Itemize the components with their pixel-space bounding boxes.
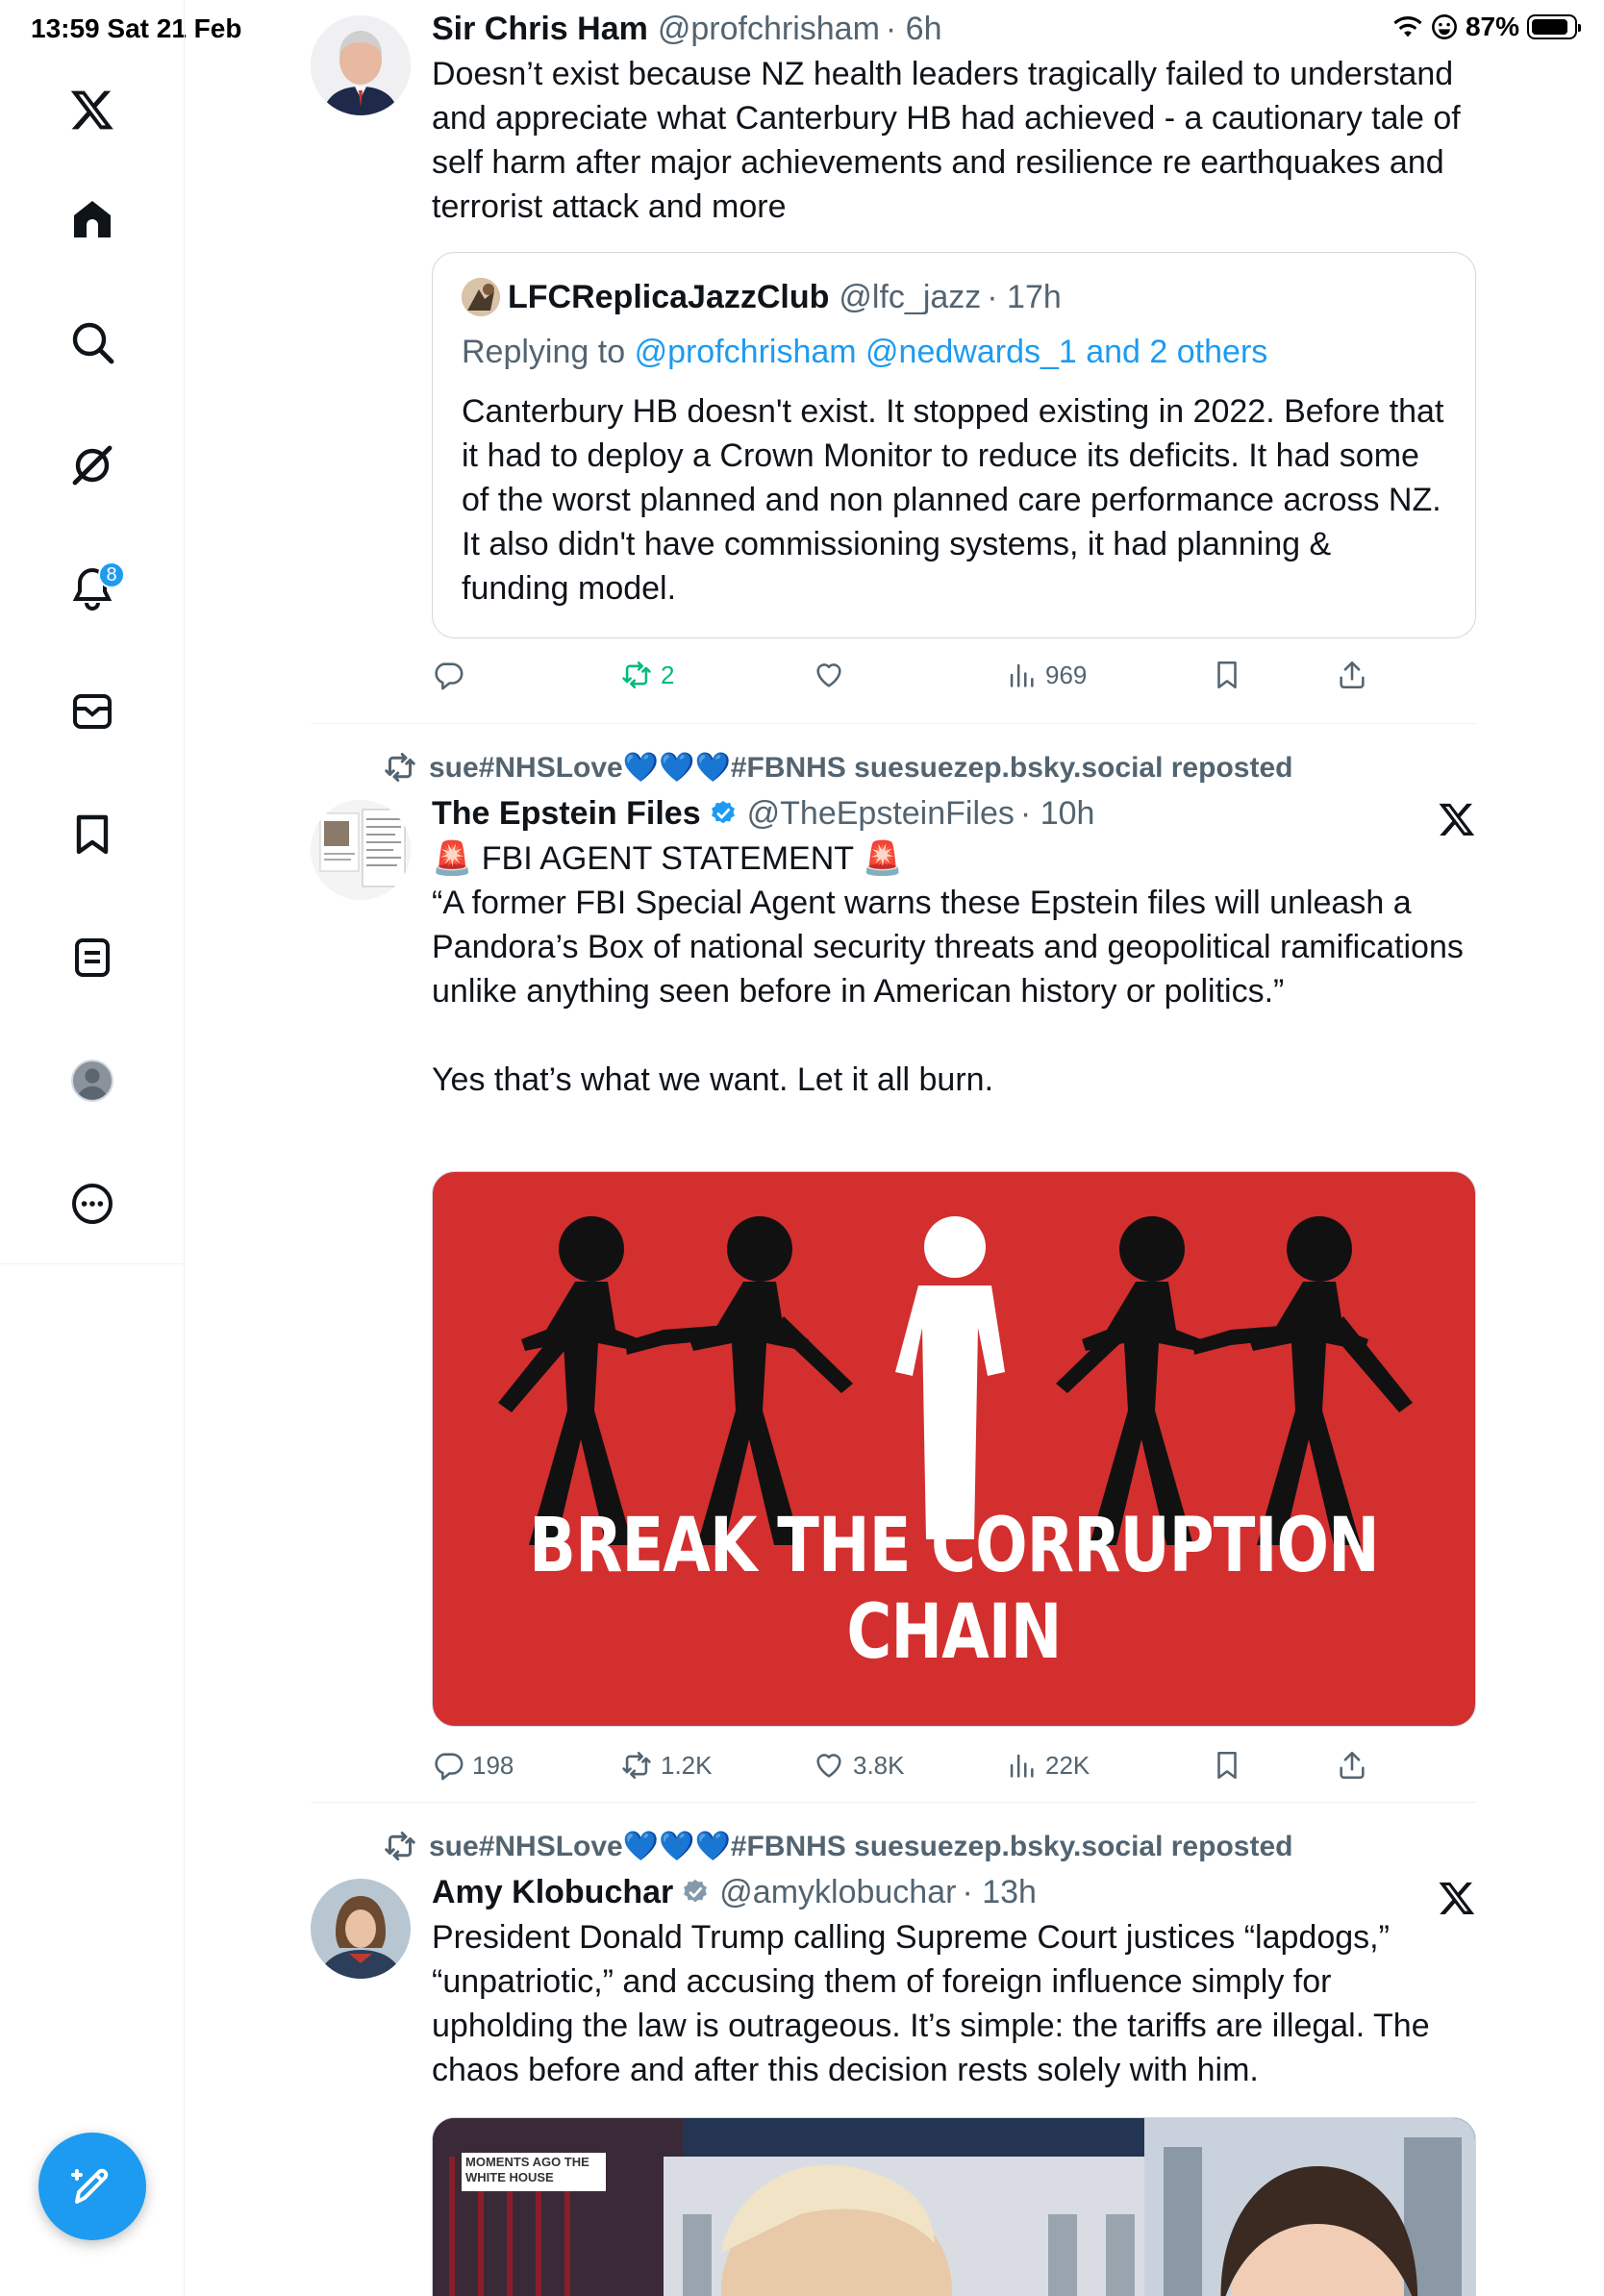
bookmark-icon: [1217, 1751, 1237, 1780]
author-handle[interactable]: @TheEpsteinFiles: [747, 795, 1015, 833]
reply-count: 198: [472, 1750, 514, 1780]
verified-badge-icon: [711, 800, 735, 824]
repost-icon: [385, 753, 415, 782]
tweet-image[interactable]: BREAK THE CORRUPTION CHAIN: [432, 1171, 1476, 1727]
avatar[interactable]: [311, 800, 411, 900]
image-caption: BREAK THE CORRUPTION CHAIN: [529, 1503, 1380, 1676]
reply-button[interactable]: 198: [432, 1749, 514, 1782]
x-logo-icon: [1439, 803, 1475, 836]
quoted-author-name[interactable]: LFCReplicaJazzClub: [508, 279, 829, 316]
like-button[interactable]: 3.8K: [813, 1749, 905, 1782]
quoted-tweet[interactable]: LFCReplicaJazzClub @lfc_jazz · 17h Reply…: [432, 252, 1476, 638]
more-icon[interactable]: [62, 1173, 123, 1235]
notification-badge: 8: [98, 562, 125, 588]
tweet-time[interactable]: · 6h: [886, 11, 942, 48]
tweet-video[interactable]: MOMENTS AGO THE WHITE HOUSE: [432, 2117, 1476, 2296]
compose-post-button[interactable]: [38, 2133, 146, 2240]
avatar[interactable]: [311, 1879, 411, 1979]
repost-count: 1.2K: [661, 1750, 713, 1780]
views-icon: [1010, 1754, 1034, 1778]
share-button[interactable]: [1336, 659, 1368, 691]
compose-post-icon: [71, 2168, 109, 2204]
quoted-author-handle[interactable]: @lfc_jazz: [839, 279, 981, 316]
tweet-amy-klobuchar[interactable]: sue#NHSLove💙💙💙#FBNHS suesuezep.bsky.soci…: [311, 1819, 1476, 2296]
tweet-separator: [311, 723, 1476, 724]
repost-icon: [622, 661, 651, 689]
battery-icon: [1527, 14, 1581, 39]
sidebar: 8: [0, 0, 185, 2296]
replying-to: Replying to @profchrisham @nedwards_1 an…: [462, 334, 1267, 371]
view-count: 22K: [1045, 1750, 1090, 1780]
reply-icon: [435, 662, 464, 690]
reply-button[interactable]: [432, 659, 472, 691]
tweet-text: Doesn’t exist because NZ health leaders …: [432, 56, 1461, 225]
grok-icon[interactable]: [62, 435, 123, 496]
tweet-text-line-1: 🚨 FBI AGENT STATEMENT 🚨: [432, 840, 904, 877]
bookmark-icon: [1217, 661, 1237, 689]
views-button[interactable]: 22K: [1005, 1749, 1090, 1782]
reply-icon: [435, 1753, 464, 1781]
repost-context[interactable]: sue#NHSLove💙💙💙#FBNHS suesuezep.bsky.soci…: [383, 750, 1292, 785]
share-icon: [1340, 1751, 1365, 1780]
author-handle[interactable]: @amyklobuchar: [719, 1874, 956, 1911]
repost-button[interactable]: 1.2K: [620, 1749, 713, 1782]
video-caption: MOMENTS AGO THE WHITE HOUSE: [465, 2155, 589, 2184]
profile-icon[interactable]: [62, 1050, 123, 1111]
replying-to-users[interactable]: @profchrisham @nedwards_1 and 2 others: [635, 334, 1268, 370]
repost-button[interactable]: 2: [620, 659, 674, 691]
views-icon: [1010, 663, 1034, 687]
bookmark-button[interactable]: [1211, 1749, 1243, 1782]
verified-badge-icon: [684, 1879, 708, 1903]
notifications-icon[interactable]: 8: [62, 558, 125, 619]
tweet-actions: 2 969: [432, 654, 1476, 696]
repost-count: 2: [661, 660, 675, 689]
replying-to-label: Replying to: [462, 334, 626, 370]
author-name[interactable]: Amy Klobuchar: [432, 1874, 673, 1911]
author-handle[interactable]: @profchrisham: [658, 11, 880, 48]
tweet-actions: 198 1.2K 3.8K 22K: [432, 1744, 1476, 1786]
avatar[interactable]: [311, 15, 411, 115]
quoted-avatar[interactable]: [462, 278, 500, 316]
tweet-time[interactable]: · 10h: [1020, 795, 1095, 833]
tweet-text: President Donald Trump calling Supreme C…: [432, 1919, 1430, 2088]
repost-context-text: sue#NHSLove💙💙💙#FBNHS suesuezep.bsky.soci…: [429, 751, 1293, 784]
tweet-text-quote: “A former FBI Special Agent warns these …: [432, 885, 1464, 1010]
quoted-tweet-time: · 17h: [987, 278, 1062, 315]
tweet-separator: [311, 1802, 1476, 1803]
x-logo-icon[interactable]: [62, 79, 123, 140]
x-logo-icon: [1439, 1882, 1475, 1914]
messages-icon[interactable]: [62, 681, 123, 742]
view-count: 969: [1045, 660, 1088, 689]
home-icon[interactable]: [62, 188, 123, 250]
lists-icon[interactable]: [62, 927, 123, 988]
heart-icon: [816, 663, 841, 687]
heart-icon: [816, 1754, 841, 1778]
tweet-time[interactable]: · 13h: [962, 1874, 1037, 1911]
bookmark-button[interactable]: [1211, 659, 1243, 691]
video-thumbnail: [433, 2118, 1475, 2296]
share-button[interactable]: [1336, 1749, 1368, 1782]
tweet-epstein-files[interactable]: sue#NHSLove💙💙💙#FBNHS suesuezep.bsky.soci…: [311, 740, 1476, 1802]
tweet-chris-ham[interactable]: Sir Chris Ham @profchrisham · 6h Doesn’t…: [311, 0, 1476, 723]
repost-icon: [385, 1832, 415, 1860]
quoted-tweet-text: Canterbury HB doesn't exist. It stopped …: [462, 393, 1444, 607]
share-icon: [1340, 661, 1365, 689]
author-name[interactable]: Sir Chris Ham: [432, 11, 648, 48]
like-button[interactable]: [813, 659, 853, 691]
bookmarks-icon[interactable]: [62, 804, 123, 865]
sidebar-divider: [0, 1263, 185, 1264]
tweet-text-comment: Yes that’s what we want. Let it all burn…: [432, 1061, 994, 1098]
repost-context[interactable]: sue#NHSLove💙💙💙#FBNHS suesuezep.bsky.soci…: [383, 1829, 1292, 1863]
views-button[interactable]: 969: [1005, 659, 1087, 691]
tweet-text: 🚨 FBI AGENT STATEMENT 🚨 “A former FBI Sp…: [432, 836, 1476, 1102]
repost-icon: [622, 1751, 651, 1780]
search-icon[interactable]: [62, 312, 123, 373]
repost-context-text: sue#NHSLove💙💙💙#FBNHS suesuezep.bsky.soci…: [429, 1830, 1293, 1862]
author-name[interactable]: The Epstein Files: [432, 795, 701, 833]
like-count: 3.8K: [853, 1750, 905, 1780]
